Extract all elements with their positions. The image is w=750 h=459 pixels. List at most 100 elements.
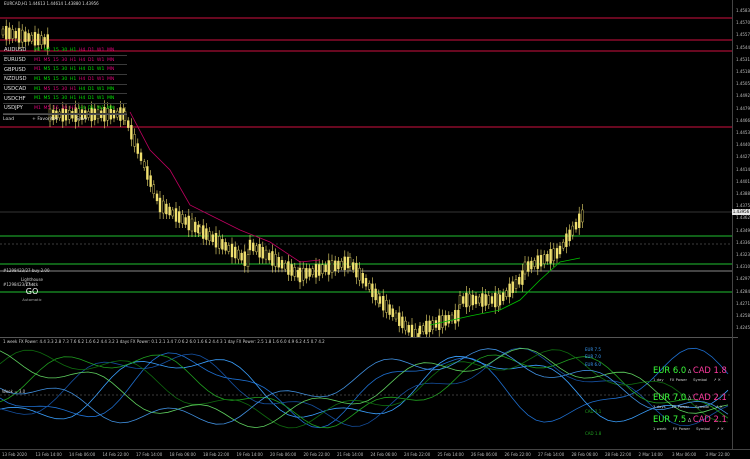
timeframe-cell[interactable]: M1 — [34, 58, 41, 63]
timeframe-cell[interactable]: M1 — [34, 67, 41, 72]
timeframe-cell[interactable]: W1 — [97, 77, 104, 82]
candle-body — [268, 252, 271, 261]
symbol-row[interactable]: EURUSD M1 M5 15 30 H1 H4 D1 W1 MN — [3, 56, 127, 66]
candle-body — [364, 278, 368, 287]
timeframe-cell[interactable]: M1 — [34, 48, 41, 53]
candle-body — [181, 214, 184, 224]
timeframe-cell[interactable]: 30 — [61, 87, 67, 92]
timeframe-cell[interactable]: 15 — [53, 87, 59, 92]
symbol-row[interactable]: AUDUSD M1 M5 15 30 H1 H4 D1 W1 MN — [3, 46, 127, 56]
timeframe-cell[interactable]: D1 — [88, 48, 94, 53]
candle-body — [233, 246, 237, 259]
timeframe-cell[interactable]: H4 — [79, 106, 85, 111]
timeframe-cell[interactable]: H1 — [70, 77, 76, 82]
timeframe-cell[interactable]: MN — [107, 106, 114, 111]
load-button[interactable]: Load — [3, 117, 14, 122]
timeframe-cell[interactable]: 30 — [61, 106, 67, 111]
timeframe-cell[interactable]: H1 — [70, 96, 76, 101]
timeframe-cell[interactable]: 30 — [61, 77, 67, 82]
symbol-name[interactable]: NZDUSD — [3, 76, 34, 82]
timeframe-cell[interactable]: M1 — [34, 87, 41, 92]
symbol-name[interactable]: USDCHF — [3, 96, 34, 102]
timeframe-cell[interactable]: 15 — [53, 106, 59, 111]
timeframe-cell[interactable]: M5 — [43, 96, 50, 101]
timeframe-cell[interactable]: MN — [107, 48, 114, 53]
timeframe-cell[interactable]: H1 — [70, 87, 76, 92]
timeframe-cell[interactable]: D1 — [88, 87, 94, 92]
candle-body — [240, 252, 243, 261]
symbol-name[interactable]: EURUSD — [3, 57, 34, 63]
timeframe-cell[interactable]: M5 — [43, 87, 50, 92]
timeframe-cell[interactable]: H1 — [70, 48, 76, 53]
timeframe-cell[interactable]: M5 — [43, 48, 50, 53]
series-label: CAD 2.1 — [585, 409, 602, 414]
timeframe-cell[interactable]: H4 — [79, 67, 85, 72]
save-button[interactable]: Save — [76, 117, 87, 122]
symbol-name[interactable]: GBPUSD — [3, 67, 34, 73]
timeframe-cell[interactable]: H4 — [79, 96, 85, 101]
indicator-header: 1 week FX Power: 4.4 3.3 2.8 7.3 7.6 6.2… — [3, 339, 325, 344]
candle-body — [230, 243, 234, 258]
timeframe-cell[interactable]: W1 — [97, 106, 104, 111]
favorites-button[interactable]: + Favorites — [32, 117, 58, 122]
candle-body — [484, 294, 487, 306]
timeframe-cell[interactable]: 15 — [53, 77, 59, 82]
timeframe-cell[interactable]: M1 — [34, 96, 41, 101]
timeframe-cell[interactable]: 15 — [53, 58, 59, 63]
timeframe-cell[interactable]: W1 — [97, 58, 104, 63]
fx-power-series-line — [0, 348, 729, 429]
symbol-row[interactable]: USDCAD M1 M5 15 30 H1 H4 D1 W1 MN — [3, 85, 127, 95]
symbol-row[interactable]: USDCHF M1 M5 15 30 H1 H4 D1 W1 MN — [3, 94, 127, 105]
timeframe-cell[interactable]: H4 — [79, 87, 85, 92]
timeframe-cell[interactable]: M5 — [43, 106, 50, 111]
symbol-name[interactable]: USDCAD — [3, 86, 34, 92]
timeframe-cell[interactable]: H1 — [70, 67, 76, 72]
timeframe-cell[interactable]: D1 — [88, 106, 94, 111]
timeframe-cell[interactable]: H4 — [79, 48, 85, 53]
timeframe-cell[interactable]: 30 — [61, 58, 67, 63]
symbol-row[interactable]: USDJPY M1 M5 15 30 H1 H4 D1 W1 MN — [3, 104, 127, 114]
timeframe-cell[interactable]: H4 — [79, 58, 85, 63]
timeframe-cell[interactable]: D1 — [88, 77, 94, 82]
timeframe-cell[interactable]: W1 — [97, 96, 104, 101]
timeframe-cell[interactable]: M5 — [43, 67, 50, 72]
timeframe-cell[interactable]: M5 — [43, 58, 50, 63]
symbol-name[interactable]: USDJPY — [3, 105, 34, 111]
timeframe-cell[interactable]: 30 — [61, 48, 67, 53]
timeframe-cell[interactable]: 15 — [53, 96, 59, 101]
timeframe-cell[interactable]: MN — [107, 67, 114, 72]
timeframe-cell[interactable]: MN — [107, 58, 114, 63]
timeframe-cell[interactable]: H1 — [70, 106, 76, 111]
timeframe-cell[interactable]: 15 — [53, 48, 59, 53]
timeframe-cell[interactable]: 30 — [61, 96, 67, 101]
timeframe-cell[interactable]: D1 — [88, 67, 94, 72]
timeframe-cell[interactable]: M1 — [34, 106, 41, 111]
timeframe-cell[interactable]: W1 — [97, 48, 104, 53]
timeframe-cell[interactable]: MN — [107, 96, 114, 101]
fx-power-meta: 1 day FX Power Symbol ↗ ✕ — [653, 377, 733, 382]
lighthouse-check[interactable]: Lighthouse Check GO Automatic — [17, 277, 47, 302]
timeframe-cell[interactable]: M1 — [34, 77, 41, 82]
readout-icons[interactable]: ↗ ✕ — [713, 377, 721, 382]
readout-icons[interactable]: ↗ ✕ — [716, 426, 724, 431]
fx-power-indicator[interactable] — [0, 337, 738, 450]
symbol-row[interactable]: GBPUSD M1 M5 15 30 H1 H4 D1 W1 MN — [3, 65, 127, 76]
symbol-name[interactable]: AUDUSD — [3, 47, 34, 53]
timeframe-cell[interactable]: 15 — [53, 67, 59, 72]
timeframe-cell[interactable]: 30 — [61, 67, 67, 72]
timeframe-cell[interactable]: H4 — [79, 77, 85, 82]
timeframe-cell[interactable]: W1 — [97, 87, 104, 92]
readout-icons[interactable]: ↗ ✕ — [715, 404, 723, 409]
timeframe-cell[interactable]: W1 — [97, 67, 104, 72]
timeframe-cell[interactable]: D1 — [88, 96, 94, 101]
timeframe-cell[interactable]: M5 — [43, 77, 50, 82]
timeframe-cell[interactable]: MN — [107, 87, 114, 92]
price-axis-label: 1.44665 — [736, 117, 750, 123]
go-button[interactable]: GO — [17, 287, 47, 297]
timeframe-cell[interactable]: H1 — [70, 58, 76, 63]
candle-body — [533, 260, 536, 267]
timeframe-cell[interactable]: MN — [107, 77, 114, 82]
candle-body — [255, 245, 258, 253]
timeframe-cell[interactable]: D1 — [88, 58, 94, 63]
symbol-row[interactable]: NZDUSD M1 M5 15 30 H1 H4 D1 W1 MN — [3, 75, 127, 85]
